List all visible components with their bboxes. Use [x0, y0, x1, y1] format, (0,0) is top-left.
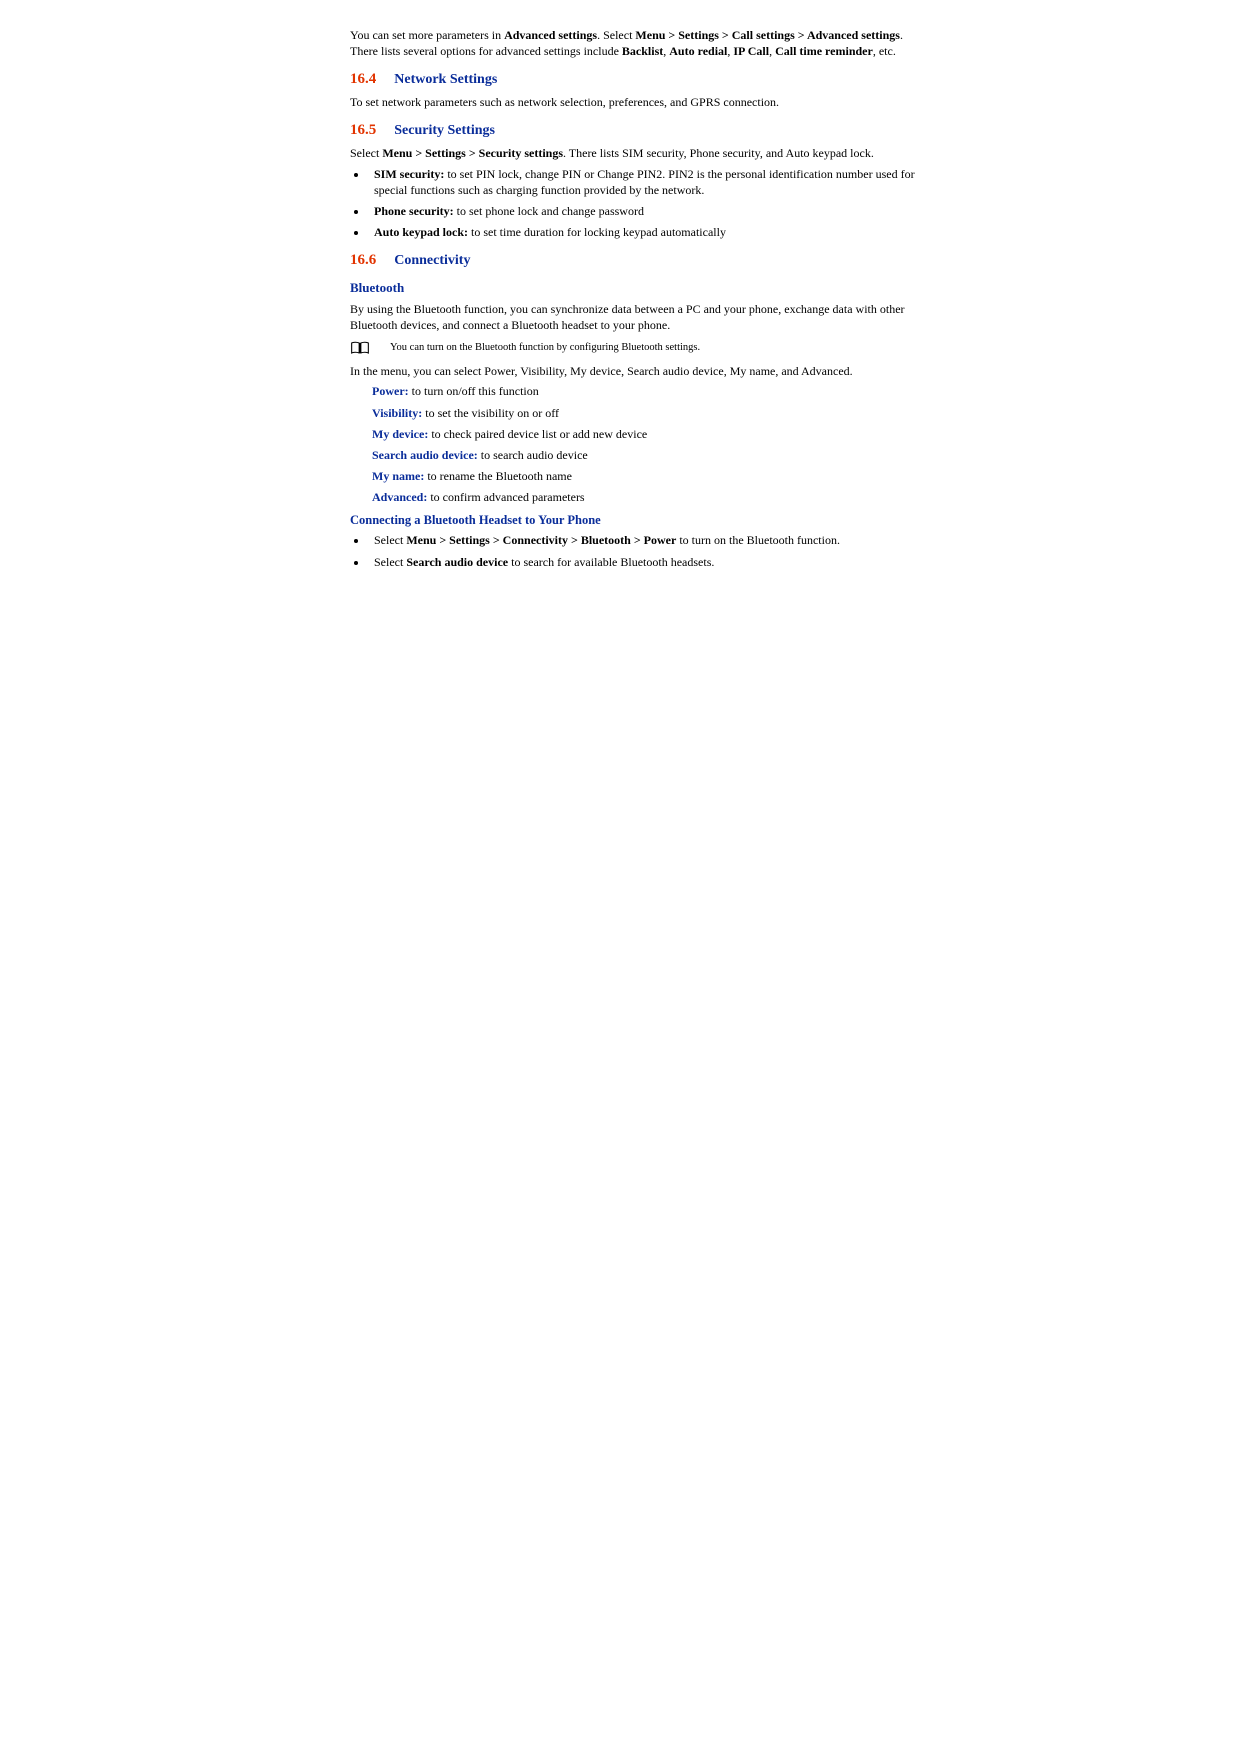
section-number: 16.6 [350, 250, 376, 270]
bold-text: Call time reminder [775, 44, 873, 58]
connect-heading: Connecting a Bluetooth Headset to Your P… [350, 512, 925, 529]
def-term: Visibility: [372, 406, 422, 420]
def-term: My device: [372, 427, 428, 441]
list-term: Phone security: [374, 204, 454, 218]
text: , etc. [873, 44, 896, 58]
bluetooth-options-list: Power: to turn on/off this function Visi… [372, 383, 925, 505]
section-16-6-header: 16.6 Connectivity [350, 250, 925, 271]
bold-text: Menu > Settings > Connectivity > Bluetoo… [406, 533, 676, 547]
bold-text: Auto redial [669, 44, 727, 58]
text: Select [374, 533, 406, 547]
text: to turn on the Bluetooth function. [676, 533, 840, 547]
list-desc: to set time duration for locking keypad … [468, 225, 726, 239]
section-title: Security Settings [394, 122, 495, 141]
list-item: Visibility: to set the visibility on or … [372, 405, 925, 421]
text: . Select [597, 28, 635, 42]
text: You can set more parameters in [350, 28, 504, 42]
def-desc: to set the visibility on or off [422, 406, 559, 420]
list-item: Auto keypad lock: to set time duration f… [368, 224, 925, 240]
section-16-4-body: To set network parameters such as networ… [350, 94, 925, 110]
bold-text: Advanced settings [504, 28, 597, 42]
bluetooth-body: By using the Bluetooth function, you can… [350, 301, 925, 333]
text: Select [350, 146, 382, 160]
list-item: Select Search audio device to search for… [368, 554, 925, 570]
bold-text: Backlist [622, 44, 663, 58]
list-item: Search audio device: to search audio dev… [372, 447, 925, 463]
intro-paragraph: You can set more parameters in Advanced … [350, 27, 925, 59]
book-icon [350, 341, 370, 355]
section-16-5-header: 16.5 Security Settings [350, 120, 925, 141]
def-term: Advanced: [372, 490, 427, 504]
text: . There lists SIM security, Phone securi… [563, 146, 874, 160]
security-list: SIM security: to set PIN lock, change PI… [350, 166, 925, 241]
list-item: My name: to rename the Bluetooth name [372, 468, 925, 484]
def-desc: to check paired device list or add new d… [428, 427, 647, 441]
section-number: 16.5 [350, 120, 376, 140]
def-desc: to confirm advanced parameters [427, 490, 584, 504]
def-term: Power: [372, 384, 409, 398]
section-title: Connectivity [394, 252, 470, 271]
list-item: Phone security: to set phone lock and ch… [368, 203, 925, 219]
list-term: SIM security: [374, 167, 444, 181]
def-term: My name: [372, 469, 424, 483]
section-number: 16.4 [350, 69, 376, 89]
def-desc: to search audio device [478, 448, 588, 462]
document-page: You can set more parameters in Advanced … [350, 0, 925, 570]
list-term: Auto keypad lock: [374, 225, 468, 239]
text: Select [374, 555, 406, 569]
def-term: Search audio device: [372, 448, 478, 462]
bold-text: IP Call [733, 44, 769, 58]
list-item: Advanced: to confirm advanced parameters [372, 489, 925, 505]
menu-lead: In the menu, you can select Power, Visib… [350, 363, 925, 379]
bold-text: Menu > Settings > Call settings > Advanc… [635, 28, 900, 42]
section-title: Network Settings [394, 71, 497, 90]
connect-steps: Select Menu > Settings > Connectivity > … [350, 532, 925, 569]
def-desc: to rename the Bluetooth name [424, 469, 572, 483]
list-item: My device: to check paired device list o… [372, 426, 925, 442]
section-16-5-lead: Select Menu > Settings > Security settin… [350, 145, 925, 161]
list-desc: to set PIN lock, change PIN or Change PI… [374, 167, 915, 197]
note-text: You can turn on the Bluetooth function b… [390, 341, 700, 355]
list-item: SIM security: to set PIN lock, change PI… [368, 166, 925, 198]
text: to search for available Bluetooth headse… [508, 555, 714, 569]
bold-text: Menu > Settings > Security settings [382, 146, 563, 160]
def-desc: to turn on/off this function [409, 384, 539, 398]
bluetooth-heading: Bluetooth [350, 279, 925, 297]
bold-text: Search audio device [406, 555, 508, 569]
list-desc: to set phone lock and change password [454, 204, 644, 218]
list-item: Power: to turn on/off this function [372, 383, 925, 399]
note-row: You can turn on the Bluetooth function b… [350, 341, 925, 355]
section-16-4-header: 16.4 Network Settings [350, 69, 925, 90]
list-item: Select Menu > Settings > Connectivity > … [368, 532, 925, 548]
